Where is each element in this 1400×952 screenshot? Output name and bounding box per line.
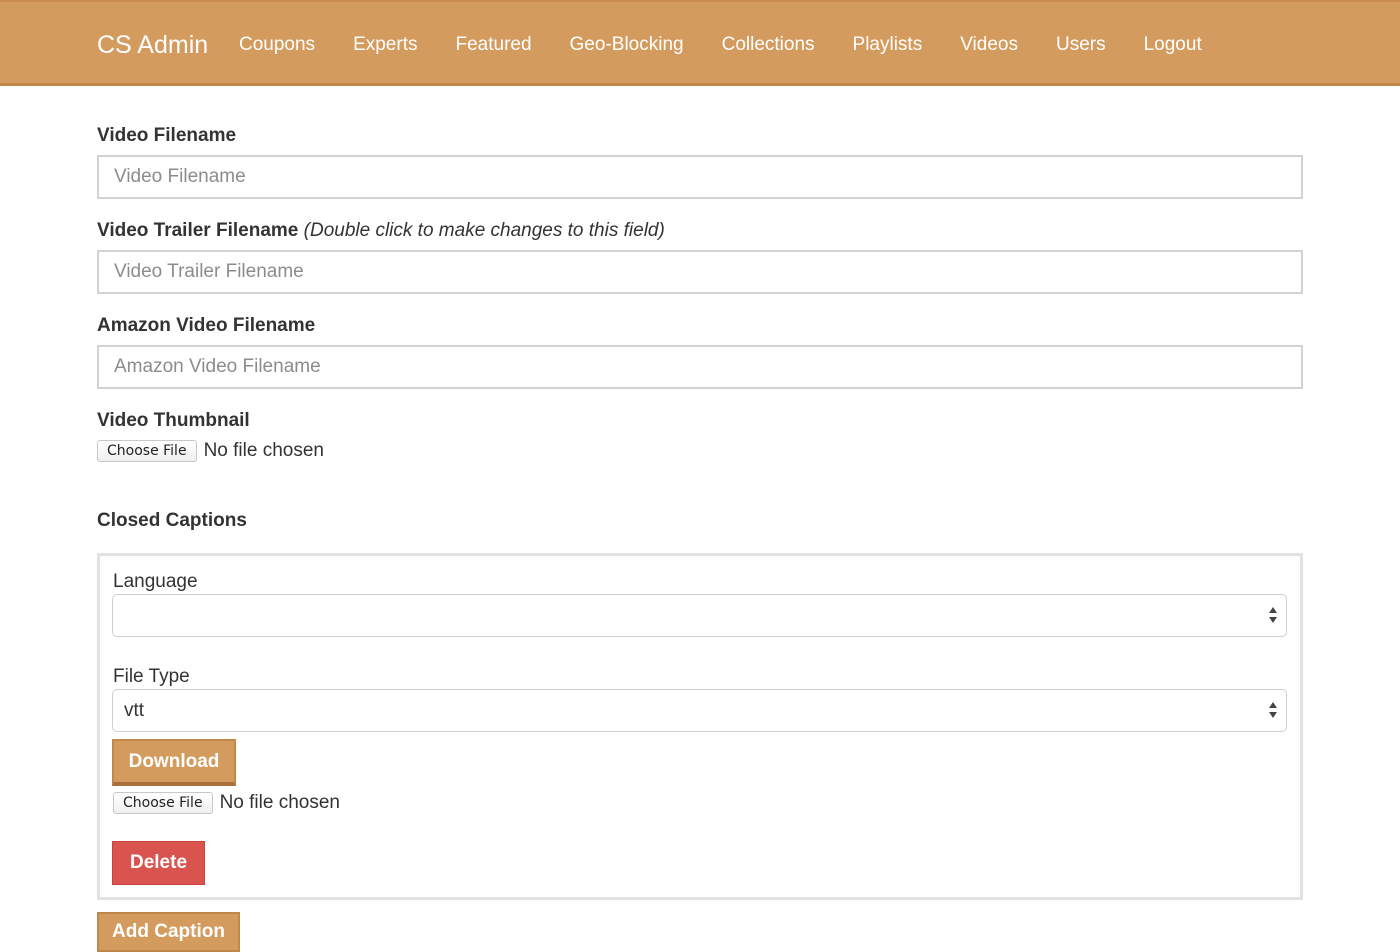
nav-item-videos[interactable]: Videos [960, 32, 1018, 58]
closed-captions-heading-text: Closed Captions [97, 510, 247, 531]
trailer-filename-hint: (Double click to make changes to this fi… [303, 220, 665, 241]
nav-item-experts[interactable]: Experts [353, 32, 417, 58]
video-filename-input[interactable] [97, 155, 1303, 199]
nav-item-collections[interactable]: Collections [722, 32, 815, 58]
file-type-select-value: vtt [124, 700, 145, 721]
trailer-filename-input[interactable] [97, 250, 1303, 294]
nav-item-coupons[interactable]: Coupons [239, 32, 315, 58]
select-arrows-icon [1269, 702, 1277, 718]
nav-item-users[interactable]: Users [1056, 32, 1106, 58]
nav-item-featured[interactable]: Featured [455, 32, 531, 58]
select-arrows-icon [1269, 607, 1277, 623]
nav-item-logout[interactable]: Logout [1144, 32, 1202, 58]
brand-link[interactable]: CS Admin [97, 30, 208, 60]
thumbnail-file-input: Choose File No file chosen [97, 440, 324, 462]
thumbnail-label-text: Video Thumbnail [97, 410, 250, 431]
delete-caption-button[interactable]: Delete [112, 841, 205, 885]
closed-captions-heading: Closed Captions [97, 509, 247, 533]
nav-menu: Coupons Experts Featured Geo-Blocking Co… [239, 32, 1240, 58]
amazon-filename-input[interactable] [97, 345, 1303, 389]
download-button[interactable]: Download [112, 739, 236, 786]
add-caption-button[interactable]: Add Caption [97, 912, 240, 952]
video-filename-label: Video Filename [97, 124, 236, 148]
file-type-select[interactable]: vtt [112, 689, 1287, 732]
language-label: Language [113, 571, 198, 592]
amazon-filename-label: Amazon Video Filename [97, 314, 315, 338]
thumbnail-label: Video Thumbnail [97, 409, 250, 433]
trailer-filename-label: Video Trailer Filename (Double click to … [97, 219, 665, 243]
nav-item-geo-blocking[interactable]: Geo-Blocking [570, 32, 684, 58]
video-filename-label-text: Video Filename [97, 125, 237, 146]
nav-item-playlists[interactable]: Playlists [853, 32, 923, 58]
thumbnail-file-status: No file chosen [203, 440, 324, 461]
caption-file-status: No file chosen [219, 792, 340, 813]
amazon-filename-label-text: Amazon Video Filename [97, 315, 316, 336]
caption-choose-file-button[interactable]: Choose File [113, 792, 213, 814]
language-select[interactable] [112, 594, 1287, 637]
file-type-label: File Type [113, 666, 190, 687]
thumbnail-choose-file-button[interactable]: Choose File [97, 440, 197, 462]
caption-file-input: Choose File No file chosen [113, 792, 340, 814]
top-navbar: CS Admin Coupons Experts Featured Geo-Bl… [0, 0, 1400, 86]
trailer-filename-label-text: Video Trailer Filename [97, 220, 299, 241]
